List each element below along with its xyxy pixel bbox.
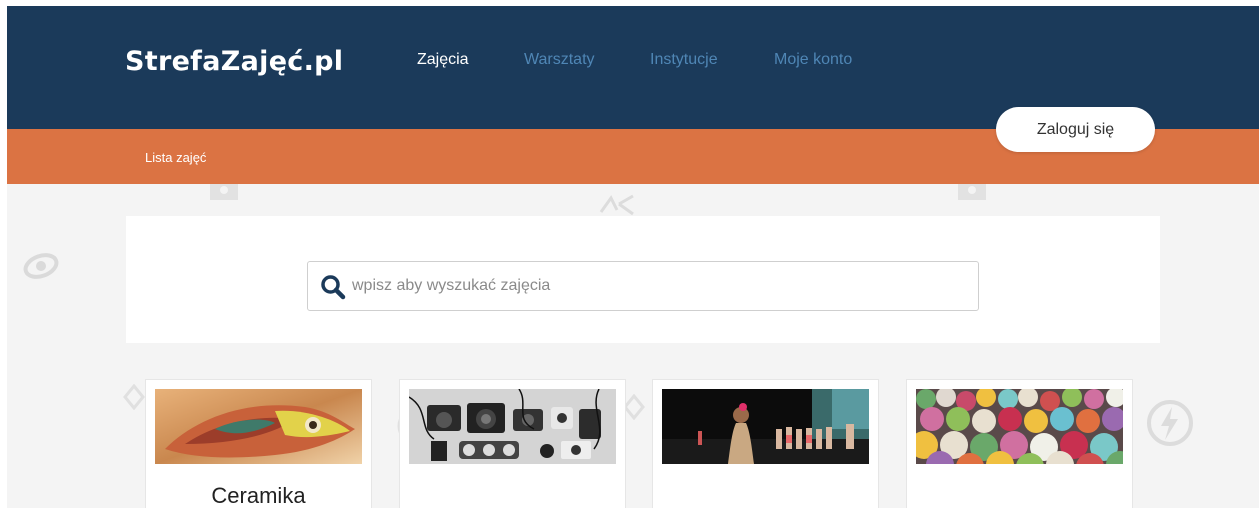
camera-decoration-icon: [958, 184, 986, 200]
card-image: [155, 389, 362, 464]
nav-item-zajecia[interactable]: Zajęcia: [417, 51, 469, 69]
card-title: Ceramika: [211, 483, 306, 508]
lightning-decoration-icon: [1147, 400, 1193, 446]
search-box[interactable]: [307, 261, 979, 311]
site-logo[interactable]: StrefaZajęć.pl: [125, 46, 343, 77]
search-icon: [321, 275, 346, 300]
search-input[interactable]: [352, 270, 952, 302]
class-card[interactable]: [399, 379, 626, 508]
diamond-decoration-icon: [123, 384, 145, 410]
card-image: [662, 389, 869, 464]
diamond-decoration-icon: [623, 394, 645, 420]
breadcrumb[interactable]: Lista zajęć: [145, 150, 206, 165]
eye-decoration-icon: [23, 253, 59, 279]
login-button[interactable]: Zaloguj się: [996, 107, 1155, 152]
scissors-decoration-icon: [599, 194, 634, 216]
class-card[interactable]: [652, 379, 879, 508]
camera-decoration-icon: [210, 184, 238, 200]
nav-item-moje-konto[interactable]: Moje konto: [774, 51, 852, 69]
class-card[interactable]: [906, 379, 1133, 508]
card-image: [409, 389, 616, 464]
card-image: [916, 389, 1123, 464]
nav-item-warsztaty[interactable]: Warsztaty: [524, 51, 595, 69]
nav-item-instytucje[interactable]: Instytucje: [650, 51, 718, 69]
search-panel: [126, 216, 1160, 343]
class-card[interactable]: Ceramika: [145, 379, 372, 508]
page: StrefaZajęć.pl Zajęcia Warsztaty Instytu…: [7, 6, 1259, 508]
